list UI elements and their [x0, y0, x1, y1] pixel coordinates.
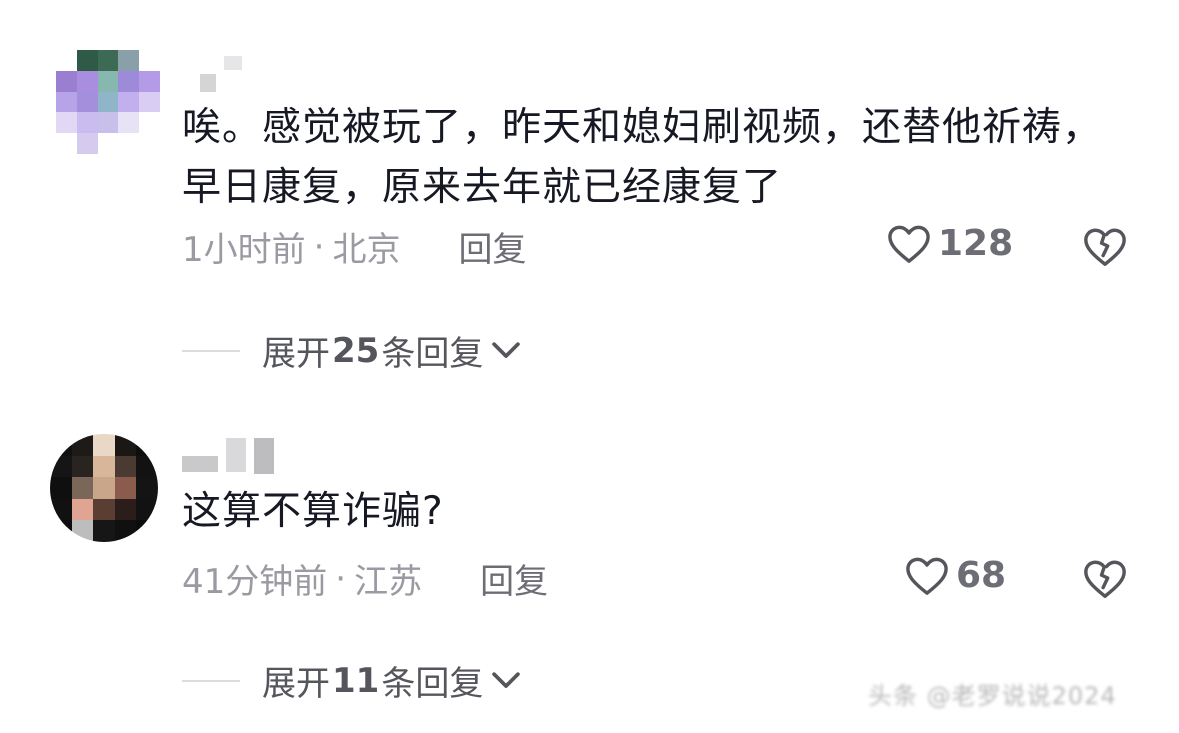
comment-location: 北京 — [332, 230, 401, 270]
comment-text: 唉。感觉被玩了，昨天和媳妇刷视频，还替他祈祷，早日康复，原来去年就已经康复了 — [182, 105, 1103, 210]
divider-line — [182, 679, 240, 682]
like-button[interactable]: 128 — [886, 222, 1013, 264]
avatar-mosaic — [56, 50, 160, 154]
comment-location: 江苏 — [354, 562, 423, 602]
reply-button[interactable]: 回复 — [480, 554, 548, 603]
avatar[interactable] — [50, 434, 158, 542]
chevron-down-icon — [492, 671, 521, 688]
comment-time: 1小时前 — [182, 230, 306, 270]
meta-separator: · — [313, 226, 325, 267]
broken-heart-icon[interactable] — [1082, 556, 1128, 600]
expand-suffix: 条回复 — [381, 664, 484, 704]
expand-replies-button[interactable]: 展开 25 条回复 — [182, 326, 523, 375]
heart-outline-icon — [888, 225, 930, 263]
expand-prefix: 展开 — [262, 664, 330, 704]
divider-line — [182, 349, 240, 352]
comment-time: 41分钟前 — [182, 562, 328, 602]
like-count: 68 — [956, 554, 1007, 596]
heart-outline-icon — [906, 557, 948, 595]
avatar-mosaic — [50, 434, 158, 542]
comment-text: 这算不算诈骗? — [182, 489, 444, 534]
avatar[interactable] — [56, 50, 160, 154]
like-count: 128 — [938, 222, 1014, 264]
broken-heart-icon[interactable] — [1082, 224, 1128, 268]
meta-separator: · — [335, 558, 347, 599]
comment-meta: 1小时前 · 北京 回复 — [182, 222, 526, 271]
reply-button[interactable]: 回复 — [458, 222, 526, 271]
watermark: 头条 @老罗说说2024 — [868, 682, 1117, 710]
expand-replies-button[interactable]: 展开 11 条回复 — [182, 656, 523, 705]
username-blurred[interactable] — [200, 56, 242, 92]
like-button[interactable]: 68 — [904, 554, 1006, 596]
reply-count: 11 — [332, 660, 380, 701]
expand-prefix: 展开 — [262, 334, 330, 374]
username-blurred[interactable] — [182, 438, 274, 474]
comment-meta: 41分钟前 · 江苏 回复 — [182, 554, 548, 603]
reply-count: 25 — [332, 330, 380, 371]
chevron-down-icon — [492, 341, 521, 358]
expand-suffix: 条回复 — [381, 334, 484, 374]
